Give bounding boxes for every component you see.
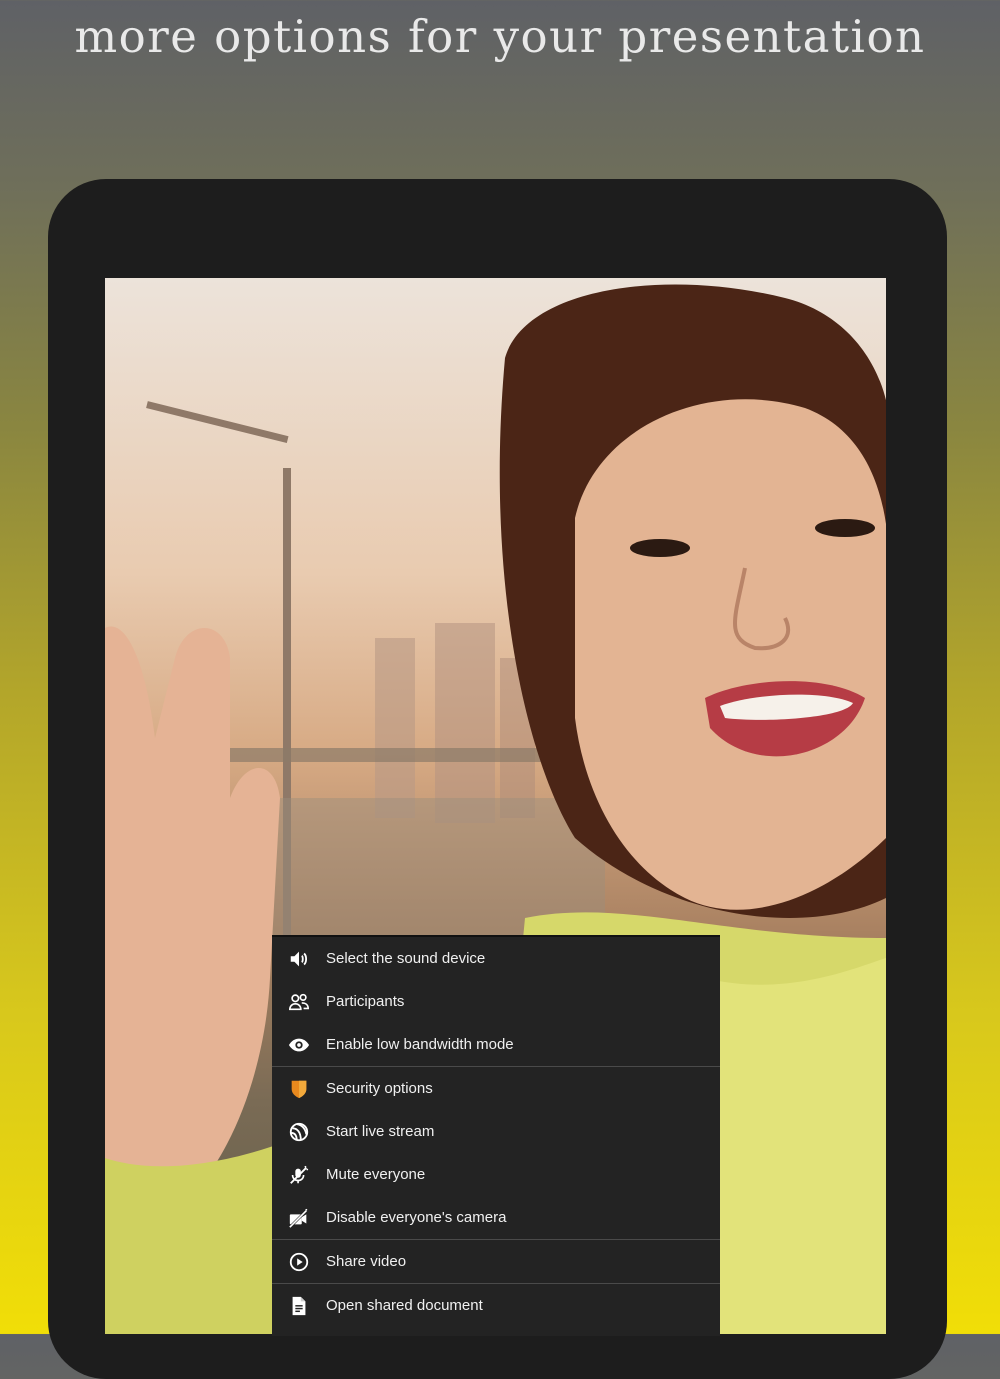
- menu-item-start-live-stream[interactable]: Start live stream: [272, 1110, 720, 1153]
- menu-item-label: Share video: [326, 1253, 407, 1270]
- participants-icon: [272, 991, 326, 1013]
- menu-item-mute-everyone[interactable]: Mute everyone: [272, 1153, 720, 1196]
- menu-item-label: Security options: [326, 1080, 433, 1097]
- menu-item-security-options[interactable]: Security options: [272, 1067, 720, 1110]
- menu-item-low-bandwidth[interactable]: Enable low bandwidth mode: [272, 1023, 720, 1066]
- more-options-menu: Select the sound device Participants Ena…: [272, 935, 720, 1336]
- menu-item-label: Participants: [326, 993, 405, 1010]
- menu-section-audio-view: Select the sound device Participants Ena…: [272, 937, 720, 1067]
- menu-item-label: Start live stream: [326, 1123, 435, 1140]
- menu-item-share-video[interactable]: Share video: [272, 1240, 720, 1283]
- menu-section-document: Open shared document: [272, 1284, 720, 1327]
- document-icon: [272, 1295, 326, 1317]
- menu-item-label: Open shared document: [326, 1297, 483, 1314]
- menu-item-label: Mute everyone: [326, 1166, 426, 1183]
- shield-icon: [272, 1078, 326, 1100]
- mic-off-icon: [272, 1164, 326, 1186]
- menu-item-open-shared-document[interactable]: Open shared document: [272, 1284, 720, 1327]
- play-circle-icon: [272, 1251, 326, 1273]
- menu-section-share: Share video: [272, 1240, 720, 1284]
- menu-item-select-sound-device[interactable]: Select the sound device: [272, 937, 720, 980]
- menu-item-participants[interactable]: Participants: [272, 980, 720, 1023]
- camera-off-icon: [272, 1207, 326, 1229]
- speaker-icon: [272, 948, 326, 970]
- menu-item-disable-cameras[interactable]: Disable everyone's camera: [272, 1196, 720, 1239]
- menu-item-label: Enable low bandwidth mode: [326, 1036, 514, 1053]
- menu-item-label: Select the sound device: [326, 950, 486, 967]
- menu-item-label: Disable everyone's camera: [326, 1209, 507, 1226]
- menu-section-moderation: Security options Start live stream Mute …: [272, 1067, 720, 1240]
- eye-icon: [272, 1034, 326, 1056]
- promo-headline: more options for your presentation: [74, 10, 926, 63]
- live-stream-icon: [272, 1121, 326, 1143]
